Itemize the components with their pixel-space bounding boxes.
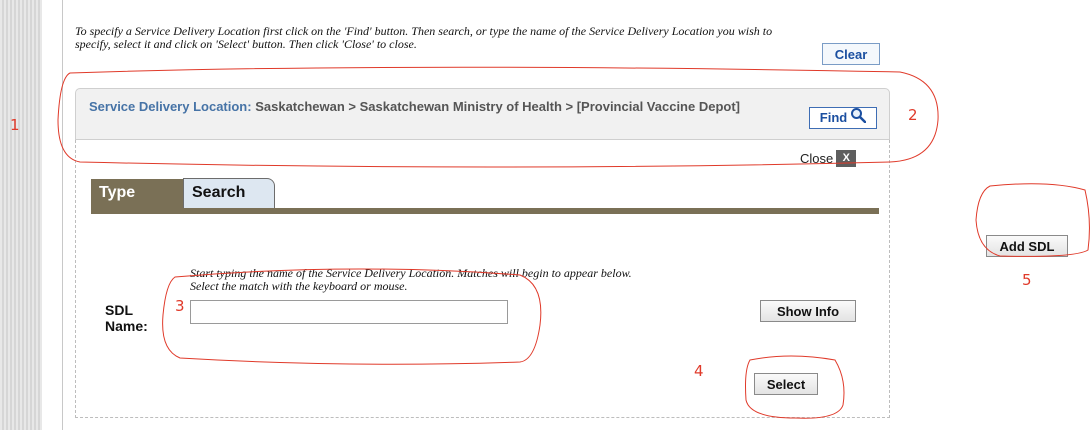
annotation-outline-1 — [57, 66, 939, 168]
annotation-number-3: 3 — [175, 297, 185, 315]
annotation-number-4: 4 — [694, 362, 704, 380]
annotation-outline-3 — [162, 268, 542, 365]
annotation-outline-4 — [745, 355, 845, 419]
annotation-number-2: 2 — [908, 106, 918, 124]
annotation-outline-5 — [975, 183, 1090, 257]
annotation-number-5: 5 — [1022, 271, 1032, 289]
annotation-number-1: 1 — [10, 116, 20, 134]
annotation-overlay — [57, 66, 1090, 419]
